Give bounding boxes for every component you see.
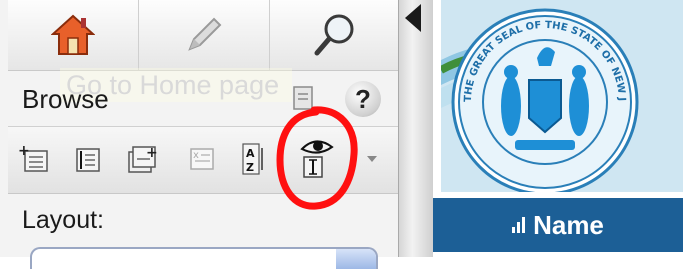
svg-text:+: + xyxy=(18,143,30,159)
layout-select[interactable] xyxy=(30,247,378,269)
home-icon xyxy=(51,14,95,55)
add-related-icon: + xyxy=(128,145,158,173)
panel-splitter[interactable] xyxy=(398,0,434,257)
pencil-icon xyxy=(188,17,222,51)
edit-record-button[interactable] xyxy=(70,141,104,177)
browse-label: Browse xyxy=(22,84,109,114)
left-panel: Go to Home page Browse ? + + x A Z Layou… xyxy=(0,0,398,269)
state-seal-image: THE GREAT SEAL OF THE STATE OF NEW JERSE… xyxy=(441,0,683,192)
browse-toolbar: + + x A Z xyxy=(8,126,398,194)
sort-button[interactable]: A Z xyxy=(236,141,270,177)
notes-button[interactable] xyxy=(288,83,318,113)
new-record-button[interactable]: + xyxy=(16,141,50,177)
name-column-label: Name xyxy=(533,209,604,240)
delete-record-button[interactable]: x xyxy=(184,141,218,177)
svg-text:Z: Z xyxy=(246,161,254,174)
navigation-bar xyxy=(8,0,398,71)
layout-label: Layout: xyxy=(22,206,105,234)
view-field-button[interactable] xyxy=(294,133,340,181)
help-button[interactable]: ? xyxy=(345,81,381,117)
right-panel: THE GREAT SEAL OF THE STATE OF NEW JERSE… xyxy=(433,0,683,257)
sort-az-icon: A Z xyxy=(242,143,263,175)
seal-graphic: THE GREAT SEAL OF THE STATE OF NEW JERSE… xyxy=(441,0,683,192)
svg-text:x: x xyxy=(193,150,199,161)
chevron-down-icon xyxy=(367,156,377,162)
search-button[interactable] xyxy=(270,0,400,70)
svg-text:A: A xyxy=(246,147,255,160)
collapse-arrow-icon[interactable] xyxy=(405,4,421,32)
magnifier-icon xyxy=(314,14,354,56)
layout-select-arrow[interactable] xyxy=(336,249,376,269)
home-button[interactable] xyxy=(8,0,139,70)
edit-button[interactable] xyxy=(139,0,270,70)
edit-record-icon xyxy=(76,148,100,172)
toolbar-dropdown-button[interactable] xyxy=(362,141,382,177)
new-record-icon: + xyxy=(18,143,48,172)
view-field-icon xyxy=(300,140,334,178)
delete-record-icon: x xyxy=(190,148,214,170)
sort-indicator-icon xyxy=(512,217,526,233)
name-column-header[interactable]: Name xyxy=(433,198,683,252)
notes-icon xyxy=(293,86,313,110)
add-related-button[interactable]: + xyxy=(126,141,160,177)
